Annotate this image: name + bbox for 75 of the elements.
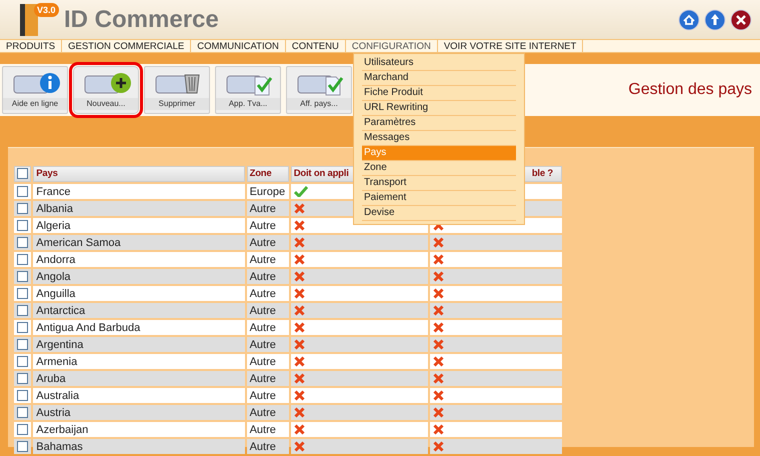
table-cell: Autre [246, 405, 289, 420]
toolbar-button[interactable]: App. Tva... [215, 66, 281, 114]
menu-item[interactable]: Paiement [362, 191, 516, 206]
nav-item[interactable]: VOIR VOTRE SITE INTERNET [438, 40, 584, 52]
table-cell: Azerbaijan [33, 422, 245, 437]
toolbar-button[interactable]: Aff. pays... [286, 66, 352, 114]
row-checkbox[interactable] [17, 407, 28, 418]
menu-item[interactable]: Utilisateurs [362, 56, 516, 71]
row-checkbox[interactable] [17, 271, 28, 282]
table-cell: Autre [246, 320, 289, 335]
table-cell: Austria [33, 405, 245, 420]
table-cell: Autre [246, 439, 289, 454]
row-checkbox[interactable] [17, 424, 28, 436]
table-cell: Algeria [33, 218, 245, 233]
row-checkbox[interactable] [17, 339, 28, 350]
table-cell: Andorra [33, 252, 245, 267]
row-checkbox[interactable] [17, 356, 28, 368]
table-cell: Autre [246, 201, 289, 216]
table-cell: Aruba [33, 371, 245, 386]
toolbar-button[interactable]: Supprimer [144, 66, 210, 114]
table-cell: Autre [246, 337, 289, 352]
menu-item[interactable]: Transport [362, 176, 516, 191]
toolbar-button[interactable]: Aide en ligne [2, 66, 68, 114]
row-checkbox[interactable] [17, 254, 28, 266]
close-icon[interactable] [730, 8, 752, 30]
table-cell: Australia [33, 388, 245, 403]
table-cell: Argentina [33, 337, 245, 352]
select-all-checkbox[interactable] [17, 168, 28, 179]
table-cell: France [33, 184, 245, 199]
row-checkbox[interactable] [17, 390, 28, 402]
table-cell: Anguilla [33, 286, 245, 301]
column-header: Pays [33, 166, 245, 182]
table-cell: Antigua And Barbuda [33, 320, 245, 335]
row-checkbox[interactable] [17, 220, 28, 232]
home-icon[interactable] [678, 8, 700, 30]
table-cell: Autre [246, 286, 289, 301]
nav-item[interactable]: PRODUITS [0, 40, 62, 52]
page-title: Gestion des pays [628, 80, 753, 100]
table-cell: Autre [246, 422, 289, 437]
menu-item[interactable]: Paramètres [362, 116, 516, 131]
nav-item[interactable]: CONFIGURATION [346, 40, 438, 52]
row-checkbox[interactable] [17, 441, 28, 452]
nav-item[interactable]: GESTION COMMERCIALE [62, 40, 192, 52]
table-cell: Autre [246, 235, 289, 250]
menu-item[interactable]: Fiche Produit [362, 86, 516, 101]
nav-item[interactable]: COMMUNICATION [191, 40, 286, 52]
table-cell: Autre [246, 269, 289, 284]
table-cell: Autre [246, 354, 289, 369]
row-checkbox[interactable] [17, 373, 28, 384]
table-cell: Autre [246, 252, 289, 267]
table-cell: Autre [246, 303, 289, 318]
menu-item[interactable]: Zone [362, 161, 516, 176]
table-cell: Autre [246, 388, 289, 403]
table-cell: American Samoa [33, 235, 245, 250]
menu-item[interactable]: Marchand [362, 71, 516, 86]
row-checkbox[interactable] [17, 288, 28, 300]
menu-item[interactable]: Devise [362, 206, 516, 221]
version-badge: V3.0 [34, 2, 59, 16]
table-cell: Autre [246, 371, 289, 386]
nav-item[interactable]: CONTENU [286, 40, 346, 52]
row-checkbox[interactable] [17, 237, 28, 248]
table-cell: Bahamas [33, 439, 245, 454]
table-cell: Autre [246, 218, 289, 233]
app-name: ID Commerce [64, 4, 219, 34]
table-cell: Albania [33, 201, 245, 216]
table-cell: Antarctica [33, 303, 245, 318]
row-checkbox[interactable] [17, 305, 28, 316]
row-checkbox[interactable] [17, 186, 28, 198]
column-header: Zone [246, 166, 289, 182]
row-checkbox[interactable] [17, 322, 28, 334]
table-cell: Europe [246, 184, 289, 199]
menu-item[interactable]: URL Rewriting [362, 101, 516, 116]
row-checkbox[interactable] [17, 203, 28, 214]
table-cell: Angola [33, 269, 245, 284]
table-cell: Armenia [33, 354, 245, 369]
